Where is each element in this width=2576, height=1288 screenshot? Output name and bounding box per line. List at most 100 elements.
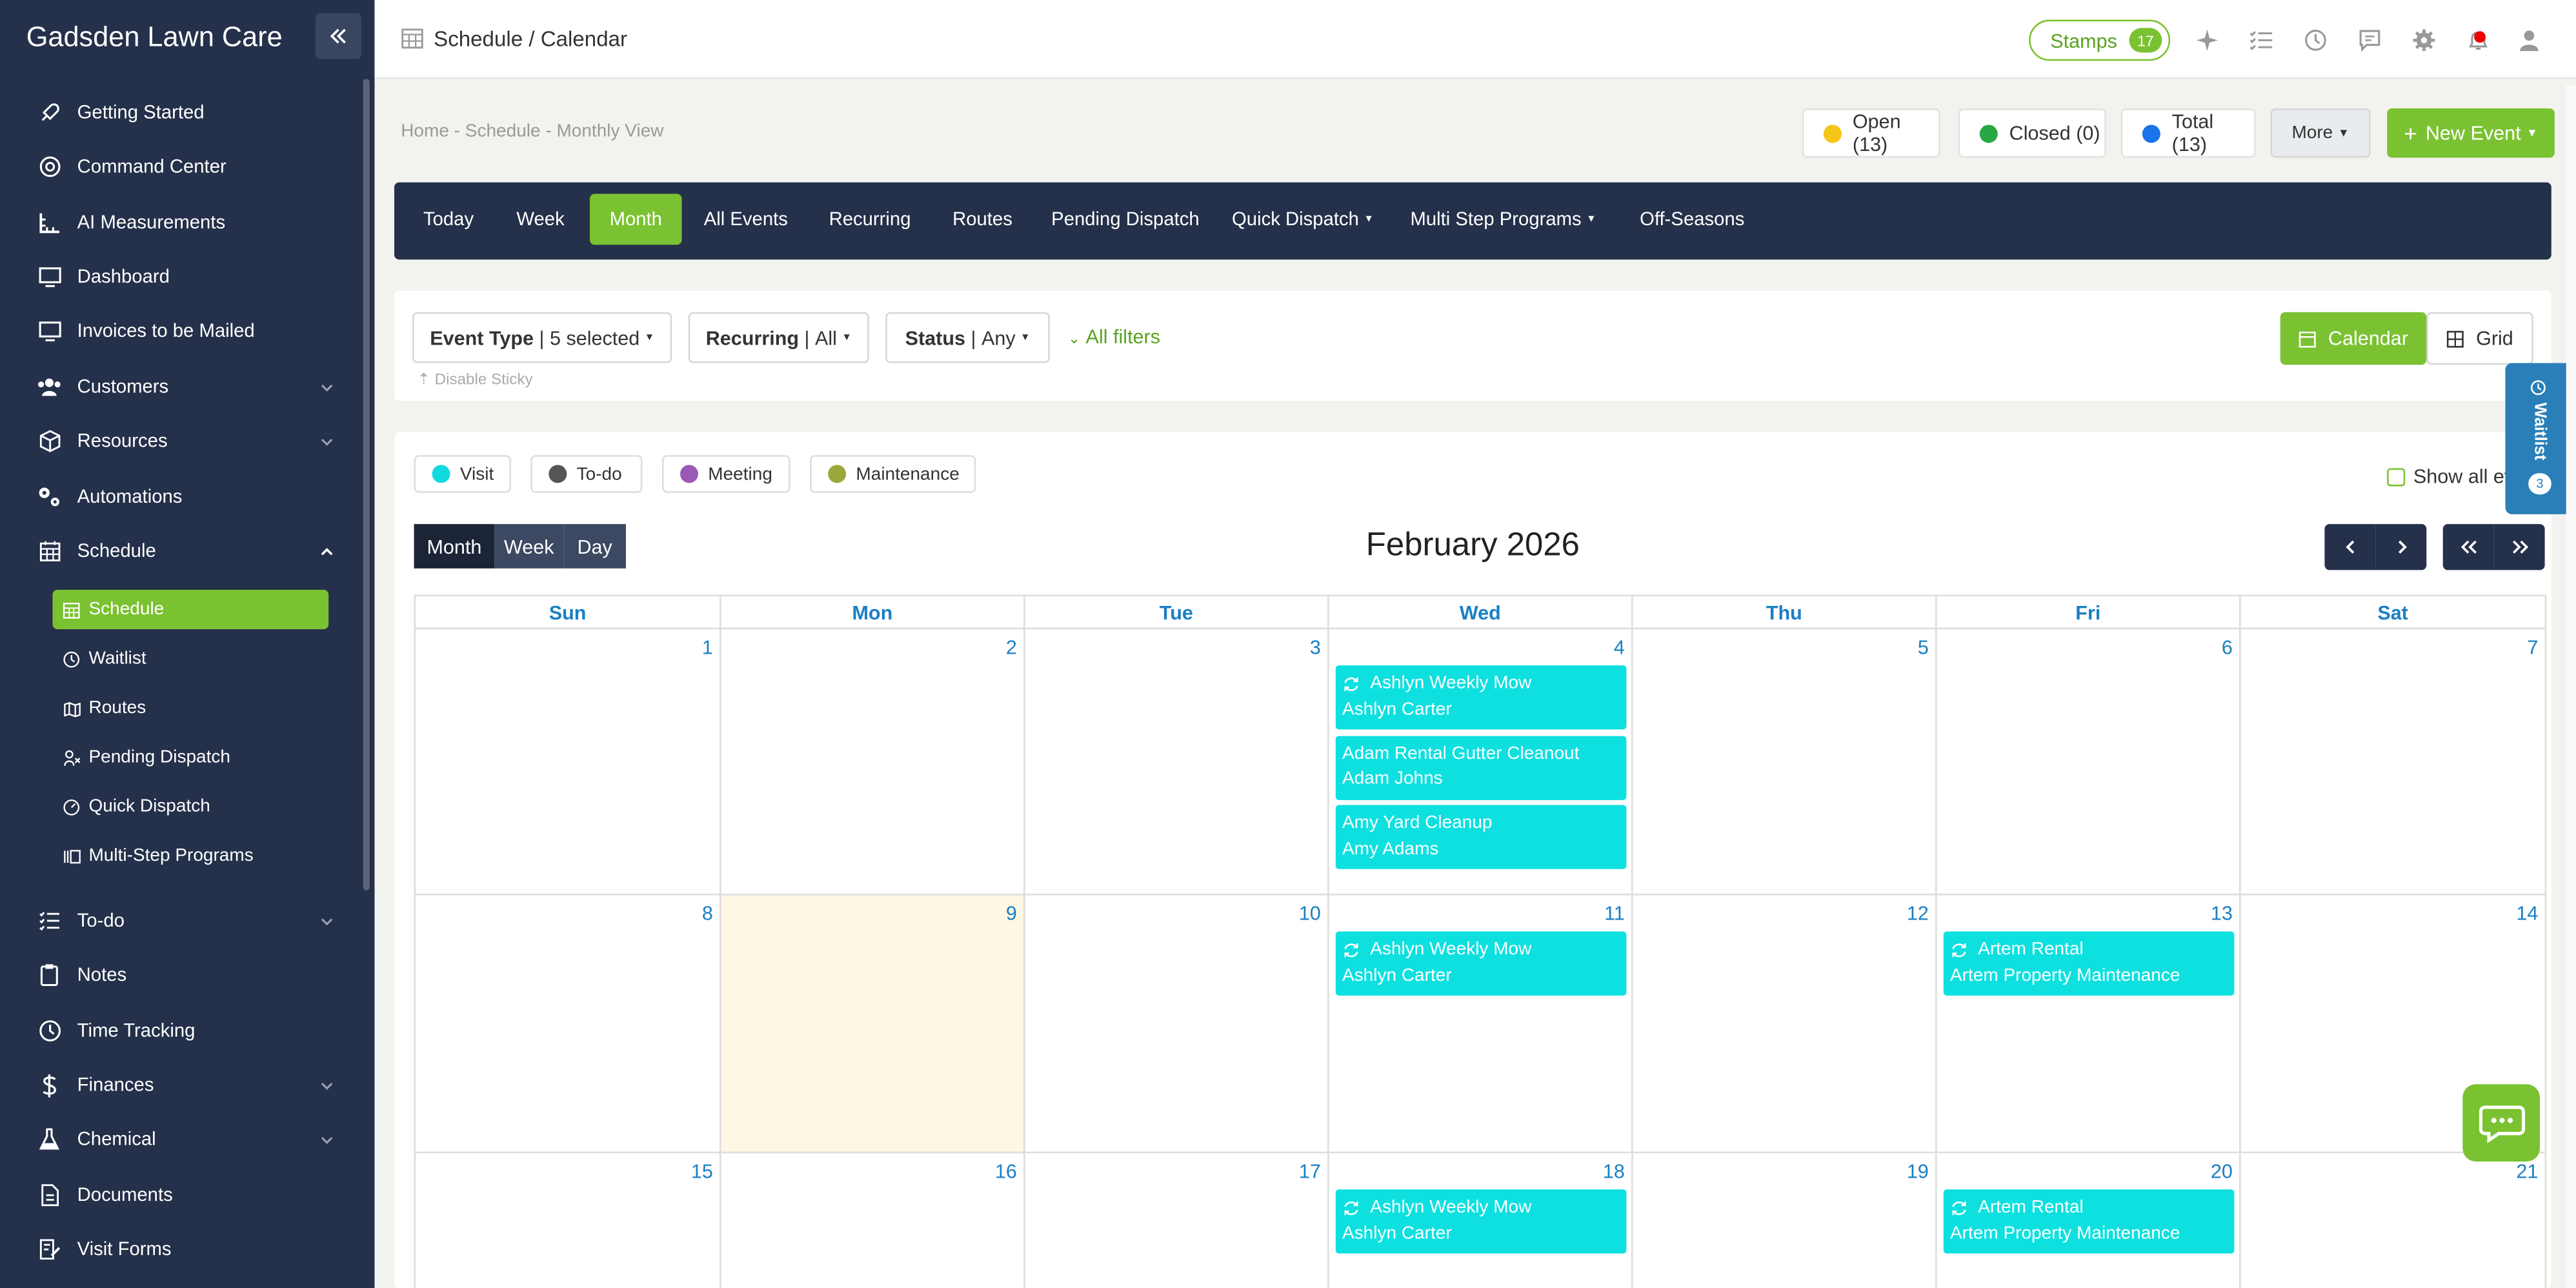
- day-number[interactable]: 3: [1310, 636, 1321, 659]
- sparkle-icon[interactable]: [2195, 28, 2219, 52]
- day-number[interactable]: 11: [1604, 902, 1625, 925]
- open-status-pill[interactable]: Open (13): [1802, 108, 1940, 157]
- day-number[interactable]: 17: [1299, 1160, 1321, 1183]
- day-number[interactable]: 2: [1006, 636, 1017, 659]
- tab-multi-step-programs[interactable]: Multi Step Programs▼: [1408, 194, 1598, 245]
- sidebar-subitem-pending-dispatch[interactable]: Pending Dispatch: [52, 738, 328, 777]
- sidebar-subitem-quick-dispatch[interactable]: Quick Dispatch: [52, 787, 328, 826]
- day-cell[interactable]: 21: [2241, 1153, 2547, 1288]
- day-number[interactable]: 6: [2222, 636, 2233, 659]
- previous-year-button[interactable]: [2443, 524, 2494, 570]
- waitlist-side-tab[interactable]: Waitlist 3: [2505, 363, 2575, 514]
- day-cell[interactable]: 13Artem RentalArtem Property Maintenance: [1937, 896, 2241, 1154]
- tab-all-events[interactable]: All Events: [693, 194, 798, 245]
- sidebar-item-chemical[interactable]: Chemical: [0, 1112, 361, 1167]
- sidebar-item-documents[interactable]: Documents: [0, 1168, 361, 1222]
- status-filter[interactable]: Status | Any▼: [885, 312, 1050, 363]
- tab-routes[interactable]: Routes: [941, 194, 1023, 245]
- day-cell[interactable]: 12: [1633, 896, 1937, 1154]
- day-number[interactable]: 19: [1907, 1160, 1929, 1183]
- more-dropdown-button[interactable]: More ▼: [2270, 108, 2370, 157]
- sidebar-subitem-multi-step-programs[interactable]: Multi-Step Programs: [52, 836, 328, 876]
- sidebar-item-invoices-to-be-mailed[interactable]: Invoices to be Mailed: [0, 304, 361, 358]
- page-scrollbar[interactable]: [2566, 85, 2576, 1288]
- day-number[interactable]: 5: [1918, 636, 1929, 659]
- tab-month[interactable]: Month: [590, 194, 682, 245]
- next-year-button[interactable]: [2494, 524, 2545, 570]
- legend-to-do[interactable]: To-do: [530, 455, 642, 493]
- history-icon[interactable]: [2303, 28, 2328, 52]
- day-number[interactable]: 8: [702, 902, 713, 925]
- sidebar-scrollbar[interactable]: [363, 79, 370, 891]
- disable-sticky-link[interactable]: ⇡ Disable Sticky: [418, 371, 533, 389]
- calendar-view-toggle[interactable]: Calendar: [2280, 312, 2427, 365]
- sidebar-item-command-center[interactable]: Command Center: [0, 139, 361, 194]
- day-number[interactable]: 18: [1603, 1160, 1625, 1183]
- sidebar-item-getting-started[interactable]: Getting Started: [0, 85, 361, 139]
- sidebar-item-ai-measurements[interactable]: AI Measurements: [0, 196, 361, 250]
- day-number[interactable]: 10: [1299, 902, 1321, 925]
- calendar-event[interactable]: Ashlyn Weekly MowAshlyn Carter: [1336, 932, 1627, 996]
- sidebar-item-automations[interactable]: Automations: [0, 470, 361, 524]
- sidebar-item-dashboard[interactable]: Dashboard: [0, 250, 361, 304]
- grid-view-toggle[interactable]: Grid: [2426, 312, 2533, 365]
- checkbox[interactable]: [2387, 467, 2405, 485]
- tab-today[interactable]: Today: [409, 194, 488, 245]
- sidebar-item-time-tracking[interactable]: Time Tracking: [0, 1004, 361, 1058]
- day-cell[interactable]: 18 Ashlyn Weekly MowAshlyn Carter: [1329, 1153, 1633, 1288]
- collapse-sidebar-button[interactable]: [316, 13, 361, 59]
- sidebar-subitem-schedule[interactable]: Schedule: [52, 590, 328, 629]
- all-filters-link[interactable]: ⌄ All filters: [1068, 325, 1160, 348]
- legend-meeting[interactable]: Meeting: [662, 455, 790, 493]
- closed-status-pill[interactable]: Closed (0): [1958, 108, 2106, 157]
- day-cell[interactable]: 6: [1937, 629, 2241, 895]
- previous-month-button[interactable]: [2324, 524, 2375, 570]
- day-cell[interactable]: 5: [1633, 629, 1937, 895]
- tab-recurring[interactable]: Recurring: [816, 194, 923, 245]
- sidebar-item-to-do[interactable]: To-do: [0, 894, 361, 948]
- legend-maintenance[interactable]: Maintenance: [810, 455, 976, 493]
- sidebar-subitem-routes[interactable]: Routes: [52, 689, 328, 728]
- day-cell[interactable]: 19: [1633, 1153, 1937, 1288]
- day-number[interactable]: 1: [702, 636, 713, 659]
- tab-off-seasons[interactable]: Off-Seasons: [1628, 194, 1756, 245]
- stamps-button[interactable]: Stamps 17: [2029, 20, 2170, 61]
- day-number[interactable]: 4: [1614, 636, 1625, 659]
- day-number[interactable]: 7: [2527, 636, 2538, 659]
- total-status-pill[interactable]: Total (13): [2121, 108, 2256, 157]
- sidebar-item-customers[interactable]: Customers: [0, 360, 361, 414]
- user-icon[interactable]: [2517, 28, 2541, 52]
- day-cell[interactable]: 17: [1025, 1153, 1329, 1288]
- calendar-event[interactable]: Artem RentalArtem Property Maintenance: [1944, 1189, 2235, 1253]
- day-number[interactable]: 12: [1907, 902, 1929, 925]
- tab-week[interactable]: Week: [503, 194, 578, 245]
- day-number[interactable]: 15: [691, 1160, 713, 1183]
- day-cell[interactable]: 10: [1025, 896, 1329, 1154]
- day-cell[interactable]: 16: [721, 1153, 1025, 1288]
- legend-visit[interactable]: Visit: [414, 455, 511, 493]
- sidebar-item-visit-forms[interactable]: Visit Forms: [0, 1222, 361, 1276]
- day-cell[interactable]: 4Ashlyn Weekly MowAshlyn CarterAdam Rent…: [1329, 629, 1633, 895]
- event-type-filter[interactable]: Event Type | 5 selected▼: [412, 312, 672, 363]
- day-cell[interactable]: 11 Ashlyn Weekly MowAshlyn Carter: [1329, 896, 1633, 1154]
- day-number[interactable]: 21: [2516, 1160, 2538, 1183]
- day-cell[interactable]: 7: [2241, 629, 2547, 895]
- day-cell[interactable]: 3: [1025, 629, 1329, 895]
- day-number[interactable]: 20: [2211, 1160, 2233, 1183]
- day-cell[interactable]: 2: [721, 629, 1025, 895]
- sidebar-item-resources[interactable]: Resources: [0, 414, 361, 468]
- chat-icon[interactable]: [2357, 28, 2382, 52]
- gear-icon[interactable]: [2411, 28, 2436, 52]
- sidebar-item-schedule[interactable]: Schedule: [0, 524, 361, 578]
- day-cell[interactable]: 8: [416, 896, 721, 1154]
- calendar-event[interactable]: Artem RentalArtem Property Maintenance: [1944, 932, 2235, 996]
- calendar-event[interactable]: Amy Yard CleanupAmy Adams: [1336, 805, 1627, 869]
- checklist-icon[interactable]: [2249, 28, 2273, 52]
- recurring-filter[interactable]: Recurring | All▼: [689, 312, 869, 363]
- sidebar-item-finances[interactable]: Finances: [0, 1058, 361, 1112]
- next-month-button[interactable]: [2375, 524, 2426, 570]
- show-all-events-checkbox[interactable]: Show all ev: [2387, 465, 2514, 488]
- day-cell[interactable]: 20 Artem RentalArtem Property Maintenance: [1937, 1153, 2241, 1288]
- day-number[interactable]: 9: [1006, 902, 1017, 925]
- calendar-event[interactable]: Ashlyn Weekly MowAshlyn Carter: [1336, 1189, 1627, 1253]
